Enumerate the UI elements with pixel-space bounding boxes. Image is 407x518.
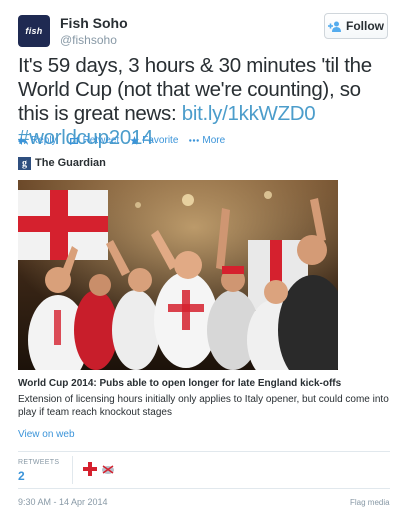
- card-title[interactable]: World Cup 2014: Pubs able to open longer…: [18, 378, 393, 389]
- divider: [18, 451, 390, 452]
- view-on-web-link[interactable]: View on web: [18, 429, 75, 440]
- avatar[interactable]: fish: [18, 15, 50, 47]
- card-photo[interactable]: [18, 180, 338, 370]
- more-dots-icon: [189, 139, 200, 142]
- retweet-label: Retweet: [82, 135, 120, 146]
- retweeter-avatar-image: [82, 461, 98, 477]
- guardian-logo-icon: g: [18, 157, 31, 170]
- flag-media-link[interactable]: Flag media: [350, 498, 390, 507]
- favorite-action[interactable]: Favorite: [130, 135, 178, 146]
- card-source-name[interactable]: The Guardian: [35, 157, 106, 169]
- retweeter-avatar[interactable]: [100, 461, 116, 477]
- retweets-label: RETWEETS: [18, 459, 60, 466]
- tweet-link[interactable]: bit.ly/1kkWZD0: [182, 102, 316, 125]
- stats-divider: [72, 456, 73, 484]
- more-action[interactable]: More: [189, 135, 225, 146]
- reply-label: Reply: [31, 135, 57, 146]
- user-name[interactable]: Fish Soho: [60, 15, 128, 31]
- retweeter-avatar[interactable]: [82, 461, 98, 477]
- favorite-label: Favorite: [142, 135, 179, 146]
- more-label: More: [202, 135, 226, 146]
- retweeter-avatar-image: [100, 461, 116, 477]
- reply-icon: [18, 136, 28, 145]
- follow-label: Follow: [346, 19, 384, 33]
- tweet-actions: Reply Retweet Favorite More: [18, 135, 225, 146]
- user-handle[interactable]: @fishsoho: [60, 33, 117, 47]
- fans-celebrating-photo: [18, 180, 338, 370]
- retweet-action[interactable]: Retweet: [68, 135, 120, 146]
- tweet-timestamp[interactable]: 9:30 AM - 14 Apr 2014: [18, 497, 108, 507]
- favorite-star-icon: [130, 136, 140, 145]
- card-description: Extension of licensing hours initially o…: [18, 394, 389, 418]
- reply-action[interactable]: Reply: [18, 135, 57, 146]
- avatar-logo-text: fish: [25, 26, 43, 36]
- divider: [18, 488, 390, 489]
- retweet-icon: [68, 136, 80, 145]
- retweets-count[interactable]: 2: [18, 469, 25, 483]
- follow-person-plus-icon: [328, 21, 341, 32]
- follow-button[interactable]: Follow: [324, 13, 388, 39]
